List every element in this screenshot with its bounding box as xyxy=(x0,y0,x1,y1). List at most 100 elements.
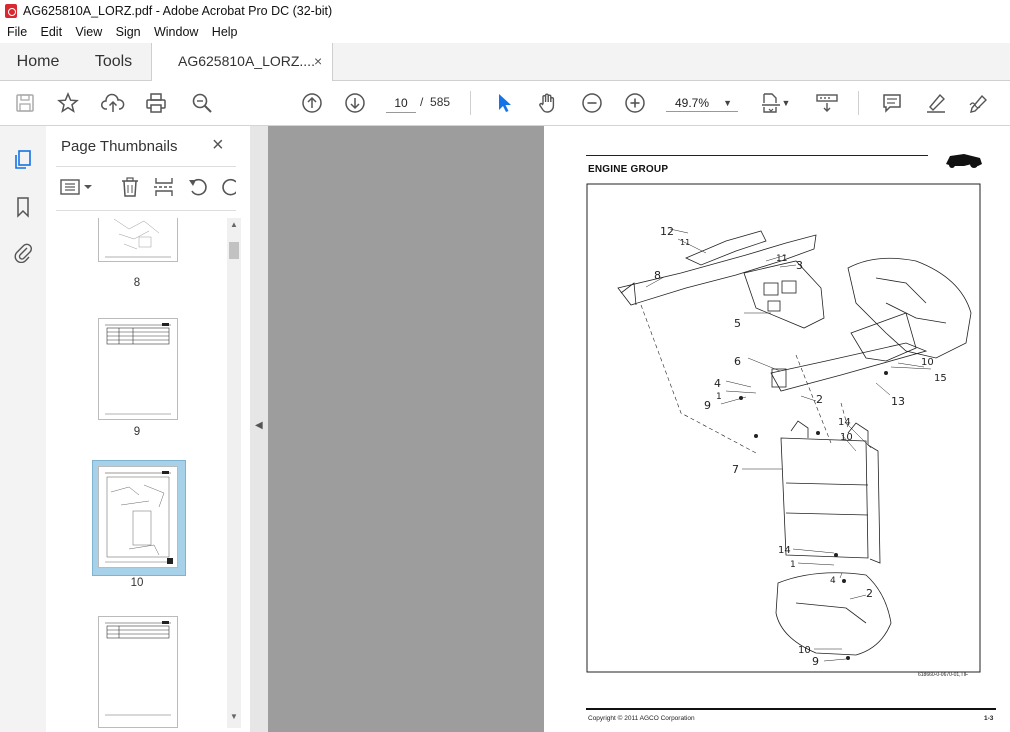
diagram-callout: 11 xyxy=(776,254,787,264)
save-icon[interactable] xyxy=(12,90,38,116)
zoom-in-icon[interactable] xyxy=(622,90,648,116)
extract-pages-icon[interactable] xyxy=(153,176,175,201)
footer-rule xyxy=(586,708,996,710)
diagram-callout: 4 xyxy=(830,576,836,586)
menu-help[interactable]: Help xyxy=(212,25,238,39)
zoom-out-icon[interactable] xyxy=(579,90,605,116)
rotate-clockwise-icon[interactable] xyxy=(220,176,236,201)
diagram-callout: 8 xyxy=(654,269,661,282)
bookmark-icon[interactable] xyxy=(11,195,35,219)
thumbnail-list: 8 9 10 xyxy=(46,218,226,728)
thumbnail-toolbar xyxy=(56,173,236,203)
page-thumbnail[interactable] xyxy=(98,318,178,420)
zoom-level-value: 49.7% xyxy=(675,96,710,110)
diagram-callout: 15 xyxy=(934,373,947,384)
bookmark-star-icon[interactable] xyxy=(55,90,81,116)
page-thumbnails-icon[interactable] xyxy=(11,148,35,172)
comment-icon[interactable] xyxy=(879,90,905,116)
scroll-down-icon[interactable]: ▼ xyxy=(230,712,238,721)
diagram-callout: 12 xyxy=(660,225,674,238)
figure-reference: 618660-0-0670-01,TIF xyxy=(918,672,969,678)
page-number: 1-3 xyxy=(984,715,994,722)
panel-divider xyxy=(56,210,236,211)
diagram-callout: 2 xyxy=(866,587,873,600)
tab-document[interactable]: AG625810A_LORZ.... × xyxy=(151,43,333,81)
page-separator: / xyxy=(420,95,424,109)
diagram-callout: 11 xyxy=(680,238,690,247)
thumbnail-scrollbar[interactable]: ▲ ▼ xyxy=(227,218,241,728)
diagram-callout: 6 xyxy=(734,355,741,368)
close-tab-icon[interactable]: × xyxy=(314,43,322,80)
sign-pen-icon[interactable] xyxy=(966,90,992,116)
menu-sign[interactable]: Sign xyxy=(116,25,141,39)
hand-tool-icon[interactable] xyxy=(535,90,561,116)
diagram-callout: 4 xyxy=(714,377,721,390)
toolbar-divider xyxy=(470,91,471,115)
delete-page-icon[interactable] xyxy=(120,176,140,201)
attachment-icon[interactable] xyxy=(11,240,35,264)
diagram-callout: 9 xyxy=(704,399,711,412)
tab-tools[interactable]: Tools xyxy=(76,43,151,80)
page-heading: ENGINE GROUP xyxy=(588,164,669,175)
header-rule xyxy=(586,155,928,156)
diagram-callout: 7 xyxy=(732,463,739,476)
diagram-callout: 2 xyxy=(816,393,823,406)
tab-home[interactable]: Home xyxy=(0,43,76,80)
zoom-level-dropdown[interactable]: 49.7% ▼ xyxy=(666,92,738,112)
diagram-callout: 10 xyxy=(840,432,853,443)
close-panel-icon[interactable]: × xyxy=(212,134,224,157)
total-pages: 585 xyxy=(430,95,451,109)
menu-bar: File Edit View Sign Window Help xyxy=(0,23,1010,43)
panel-divider xyxy=(56,166,236,167)
page-number-input[interactable]: 10 xyxy=(386,92,416,113)
document-viewport[interactable]: ENGINE GROUP 12 11 11 3 8 5 6 10 15 4 1 … xyxy=(268,126,1010,732)
tab-bar: Home Tools AG625810A_LORZ.... × xyxy=(0,43,1010,81)
rotate-counterclockwise-icon[interactable] xyxy=(187,176,209,201)
toolbar-divider xyxy=(858,91,859,115)
diagram-callout: 14 xyxy=(778,545,791,556)
diagram-callout: 3 xyxy=(796,259,803,272)
menu-file[interactable]: File xyxy=(7,25,27,39)
select-cursor-icon[interactable] xyxy=(491,90,517,116)
menu-edit[interactable]: Edit xyxy=(41,25,63,39)
scroll-mode-icon[interactable] xyxy=(814,90,840,116)
acrobat-pdf-icon xyxy=(5,4,17,18)
thumbnail-page-label: 10 xyxy=(130,577,144,589)
thumbnail-page-label: 9 xyxy=(133,426,141,438)
zoom-search-icon[interactable] xyxy=(189,90,215,116)
chevron-down-icon[interactable]: ▼ xyxy=(780,90,792,116)
toolbar: 10 / 585 49.7% ▼ ▼ xyxy=(0,81,1010,126)
diagram-callout: 9 xyxy=(812,655,819,668)
diagram-callout: 14 xyxy=(838,417,851,428)
menu-window[interactable]: Window xyxy=(154,25,198,39)
panel-splitter[interactable]: ◀ xyxy=(250,126,269,732)
highlight-pen-icon[interactable] xyxy=(923,90,949,116)
thumbnail-options-icon[interactable] xyxy=(60,177,96,200)
tractor-logo xyxy=(944,150,984,173)
engine-group-diagram: 12 11 11 3 8 5 6 10 15 4 1 2 9 13 14 10 … xyxy=(586,183,981,673)
upload-cloud-icon[interactable] xyxy=(100,90,126,116)
diagram-callout: 13 xyxy=(891,395,905,408)
diagram-callout: 5 xyxy=(734,317,741,330)
next-page-icon[interactable] xyxy=(342,90,368,116)
page-thumbnail[interactable] xyxy=(98,616,178,728)
page-thumbnail[interactable] xyxy=(98,466,178,568)
page-total: / 585 xyxy=(420,95,450,109)
menu-view[interactable]: View xyxy=(75,25,102,39)
page-thumbnail[interactable] xyxy=(98,218,178,262)
chevron-down-icon: ▼ xyxy=(723,98,732,108)
previous-page-icon[interactable] xyxy=(299,90,325,116)
copyright-notice: Copyright © 2011 AGCO Corporation xyxy=(588,715,695,722)
diagram-callout: 1 xyxy=(716,392,722,402)
scrollbar-thumb[interactable] xyxy=(229,242,239,259)
pdf-page: ENGINE GROUP 12 11 11 3 8 5 6 10 15 4 1 … xyxy=(544,126,1010,732)
panel-title: Page Thumbnails xyxy=(61,138,178,155)
print-icon[interactable] xyxy=(143,90,169,116)
title-bar: AG625810A_LORZ.pdf - Adobe Acrobat Pro D… xyxy=(0,0,1010,24)
window-title: AG625810A_LORZ.pdf - Adobe Acrobat Pro D… xyxy=(23,4,333,18)
tab-document-label: AG625810A_LORZ.... xyxy=(178,53,315,69)
thumbnail-page-label: 8 xyxy=(133,277,141,289)
left-navigation-rail xyxy=(0,126,47,732)
scroll-up-icon[interactable]: ▲ xyxy=(230,220,238,229)
collapse-panel-icon[interactable]: ◀ xyxy=(255,420,263,431)
